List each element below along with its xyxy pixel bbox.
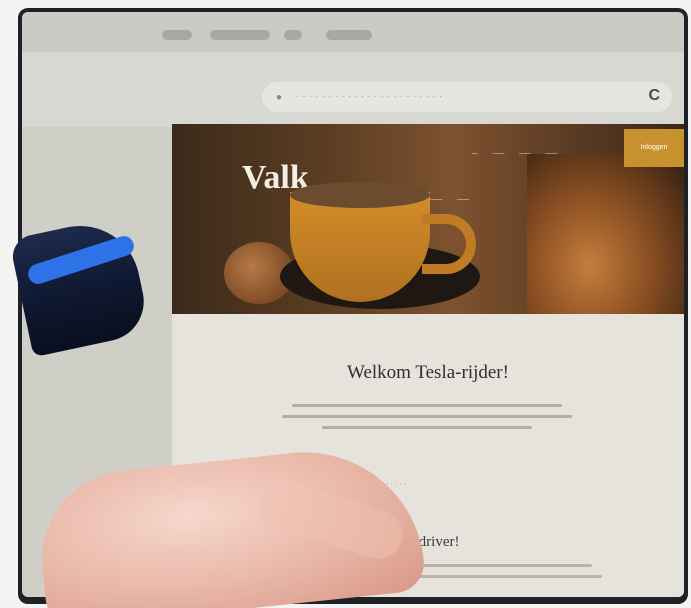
tab-item[interactable]	[162, 30, 192, 40]
intro-text-line	[322, 426, 532, 429]
top-nav-item[interactable]: ——	[545, 151, 557, 157]
top-nav: — —— —— ——	[472, 142, 567, 160]
main-nav-item[interactable]: ——	[457, 197, 469, 203]
cup-rim-image	[290, 182, 430, 208]
browser-tab-strip	[22, 12, 684, 52]
hero-banner: — —— —— —— Inloggen Valk ——— ——— ——— ———…	[172, 124, 684, 314]
reload-icon[interactable]: C	[648, 87, 660, 105]
tab-item[interactable]	[284, 30, 302, 40]
login-button[interactable]: Inloggen	[624, 129, 684, 167]
intro-text-line	[292, 404, 562, 407]
photo-scene: ● · · · · · · · · · · · · · · · · · · · …	[0, 0, 691, 608]
lock-icon: ●	[276, 92, 283, 103]
address-text: · · · · · · · · · · · · · · · · · · · · …	[296, 91, 443, 101]
welcome-heading: Welkom Tesla-rijder!	[347, 362, 509, 383]
address-bar[interactable]: ● · · · · · · · · · · · · · · · · · · · …	[262, 82, 672, 112]
hero-photo-right	[527, 154, 684, 314]
top-nav-item[interactable]: ——	[519, 151, 531, 157]
top-nav-item[interactable]: —	[472, 151, 478, 157]
top-nav-item[interactable]: ——	[492, 151, 504, 157]
tab-item[interactable]	[326, 30, 372, 40]
browser-toolbar: ● · · · · · · · · · · · · · · · · · · · …	[22, 52, 684, 136]
intro-text-line	[282, 415, 572, 418]
tab-item[interactable]	[210, 30, 270, 40]
